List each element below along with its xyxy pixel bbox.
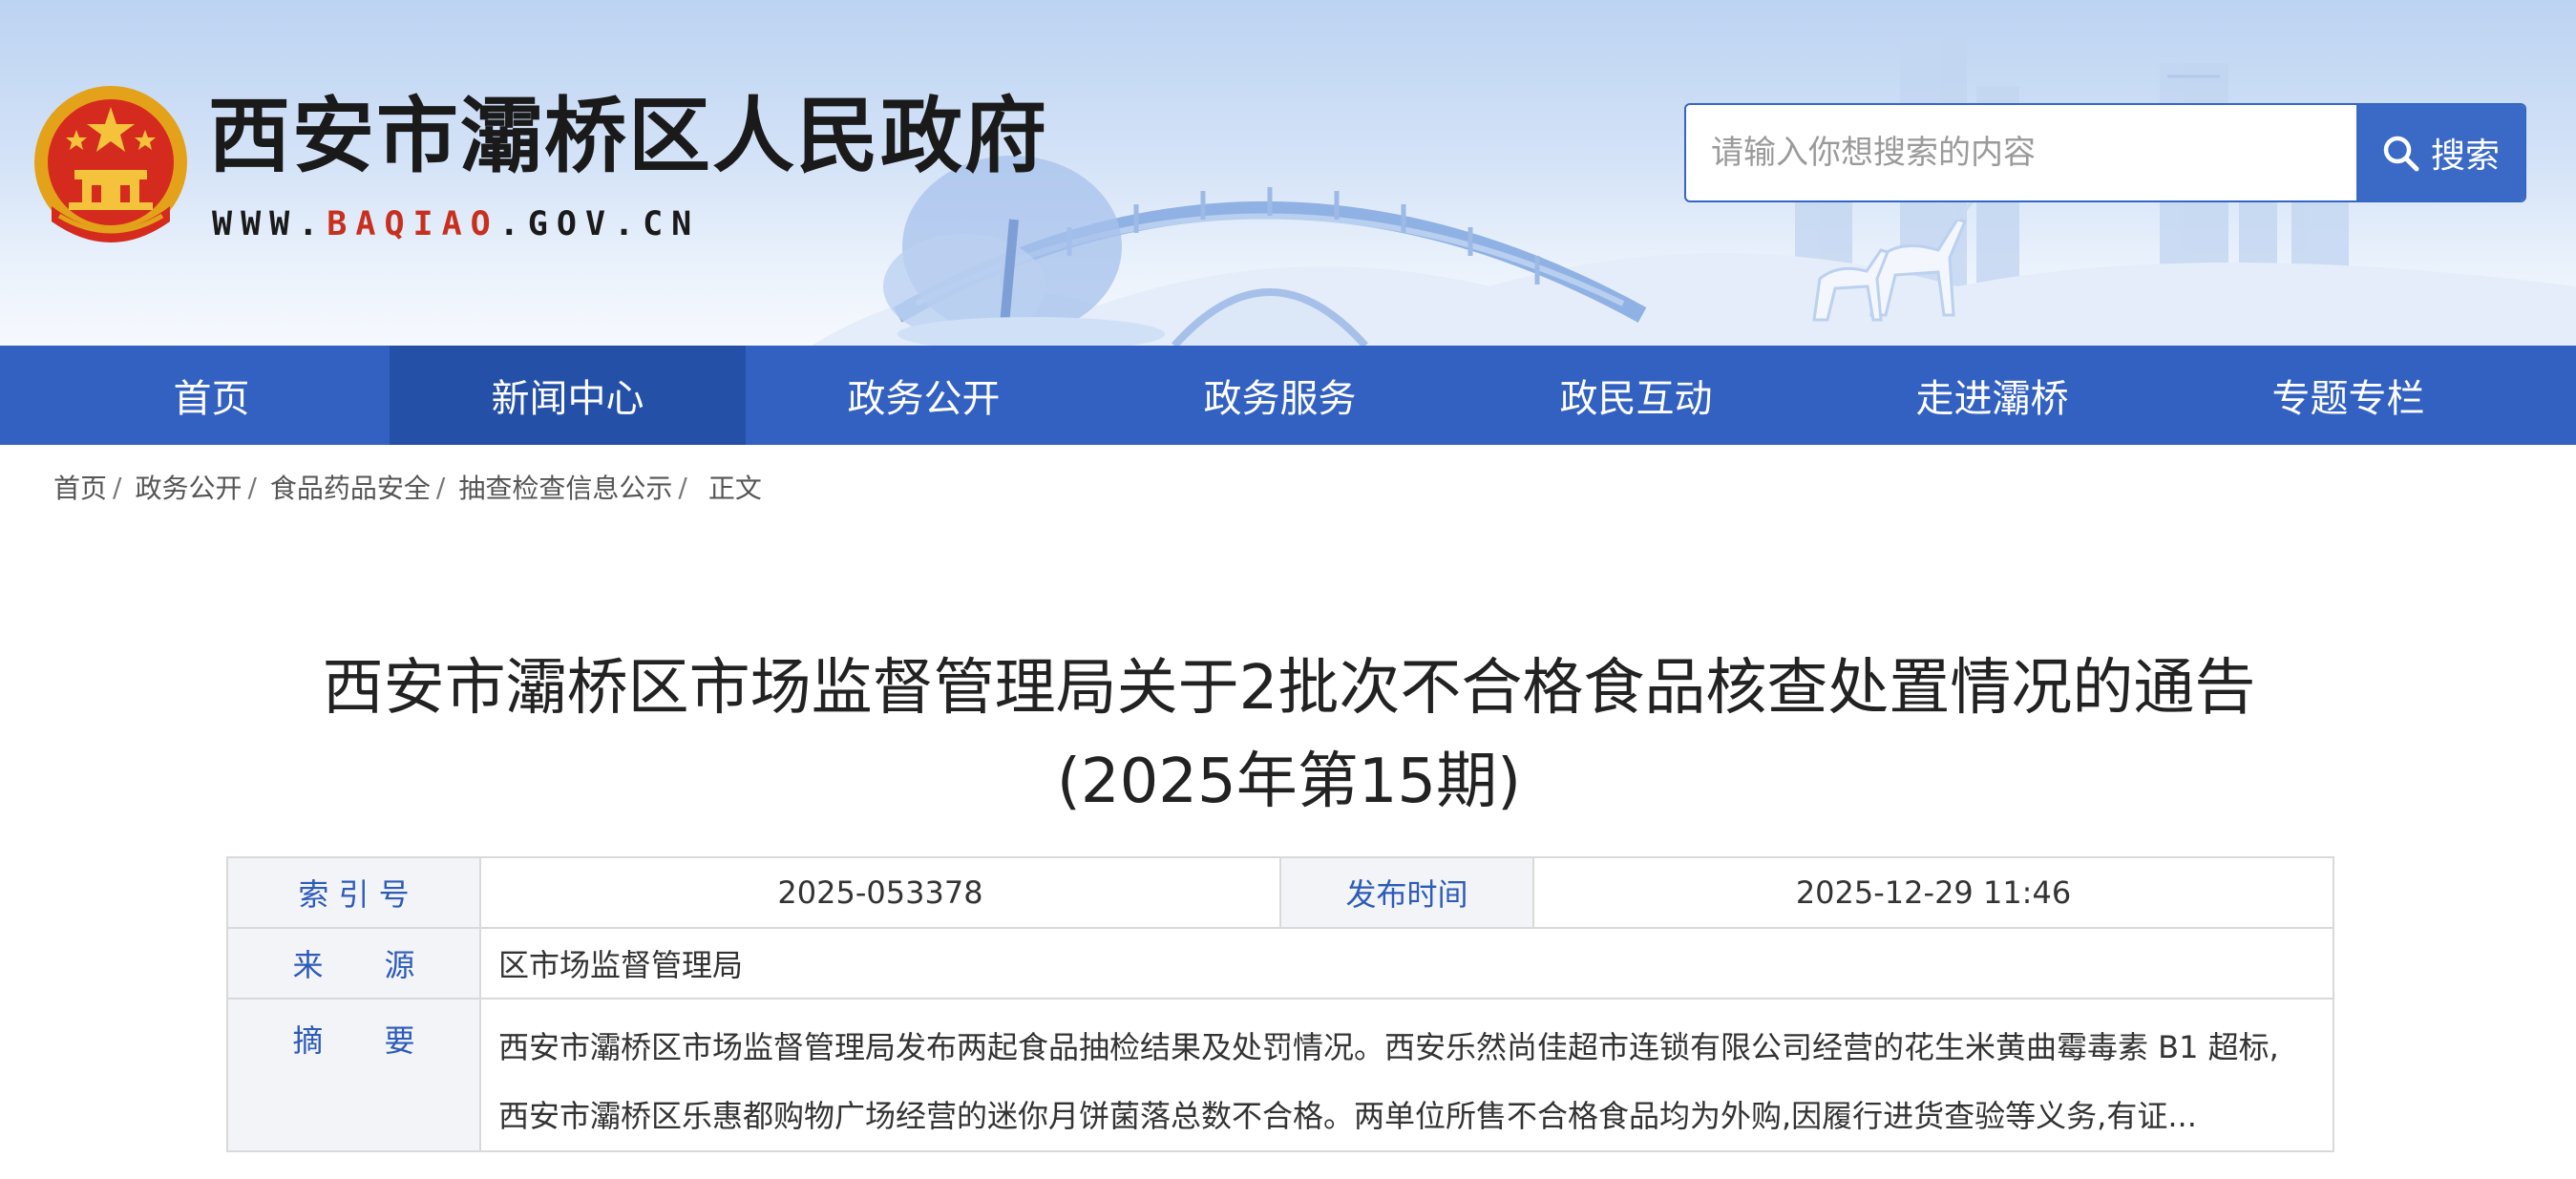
- site-url-accent: BAQIAO: [327, 205, 499, 243]
- search-button-label: 搜索: [2430, 137, 2500, 176]
- breadcrumb-home[interactable]: 首页: [53, 468, 107, 506]
- search-icon: [2383, 136, 2419, 172]
- publish-time-value: 2025-12-29 11:46: [1532, 856, 2334, 929]
- nav-item-about-baqiao[interactable]: 走进灞桥: [1814, 346, 2170, 445]
- summary-line1: 西安市灞桥区市场监督管理局发布两起食品抽检结果及处罚情况。西安乐然尚佳超市连锁有…: [498, 1029, 2279, 1065]
- summary-value: 西安市灞桥区市场监督管理局发布两起食品抽检结果及处罚情况。西安乐然尚佳超市连锁有…: [479, 998, 2334, 1152]
- article-title: 西安市灞桥区市场监督管理局关于2批次不合格食品核查处置情况的通告 (2025年第…: [191, 642, 2387, 829]
- meta-row-summary: 摘 要 西安市灞桥区市场监督管理局发布两起食品抽检结果及处罚情况。西安乐然尚佳超…: [226, 998, 2334, 1152]
- breadcrumb-inspection-info[interactable]: 抽查检查信息公示: [458, 468, 672, 506]
- index-number-label: 索 引 号: [226, 856, 481, 929]
- search-button[interactable]: 搜索: [2356, 105, 2524, 200]
- breadcrumb-separator: /: [435, 471, 446, 503]
- source-value: 区市场监督管理局: [479, 927, 2334, 1000]
- summary-line2: 西安市灞桥区乐惠都购物广场经营的迷你月饼菌落总数不合格。两单位所售不合格食品均为…: [498, 1098, 2197, 1134]
- breadcrumb-gov-affairs[interactable]: 政务公开: [135, 468, 242, 506]
- article-title-line1: 西安市灞桥区市场监督管理局关于2批次不合格食品核查处置情况的通告: [322, 653, 2256, 724]
- article-title-line2: (2025年第15期): [1056, 747, 1522, 817]
- meta-row-source: 来 源 区市场监督管理局: [226, 927, 2334, 1000]
- breadcrumb: 首页 / 政务公开 / 食品药品安全 / 抽查检查信息公示 / 正文: [53, 468, 762, 506]
- breadcrumb-separator: /: [113, 471, 122, 503]
- site-name: 西安市灞桥区人民政府: [208, 89, 1048, 184]
- search-box: 搜索: [1684, 103, 2526, 202]
- nav-item-gov-affairs-open[interactable]: 政务公开: [746, 346, 1102, 445]
- publish-time-label: 发布时间: [1279, 856, 1534, 929]
- search-input[interactable]: [1686, 105, 2356, 200]
- site-url-prefix: WWW.: [212, 205, 327, 243]
- breadcrumb-current: 正文: [707, 473, 762, 504]
- meta-row-index: 索 引 号 2025-053378 发布时间 2025-12-29 11:46: [226, 856, 2334, 929]
- main-nav: 首页 新闻中心 政务公开 政务服务 政民互动 走进灞桥 专题专栏: [0, 346, 2576, 445]
- breadcrumb-separator: /: [247, 471, 257, 503]
- index-number-value: 2025-053378: [479, 856, 1281, 929]
- nav-item-special-topics[interactable]: 专题专栏: [2170, 346, 2526, 445]
- breadcrumb-separator: /: [678, 471, 687, 503]
- article-meta-table: 索 引 号 2025-053378 发布时间 2025-12-29 11:46 …: [226, 856, 2334, 1152]
- nav-item-news[interactable]: 新闻中心: [390, 346, 746, 445]
- summary-label: 摘 要: [226, 998, 481, 1152]
- site-url-suffix: .GOV.CN: [498, 205, 701, 243]
- breadcrumb-food-drug-safety[interactable]: 食品药品安全: [270, 468, 431, 506]
- nav-item-home[interactable]: 首页: [33, 346, 390, 445]
- site-url: WWW.BAQIAO.GOV.CN: [212, 208, 700, 242]
- site-header: 西安市灞桥区人民政府 WWW.BAQIAO.GOV.CN 搜索: [0, 0, 2576, 346]
- source-label: 来 源: [226, 927, 481, 1000]
- nav-item-gov-services[interactable]: 政务服务: [1102, 346, 1458, 445]
- nav-item-interaction[interactable]: 政民互动: [1458, 346, 1814, 445]
- national-emblem-icon: [34, 86, 187, 242]
